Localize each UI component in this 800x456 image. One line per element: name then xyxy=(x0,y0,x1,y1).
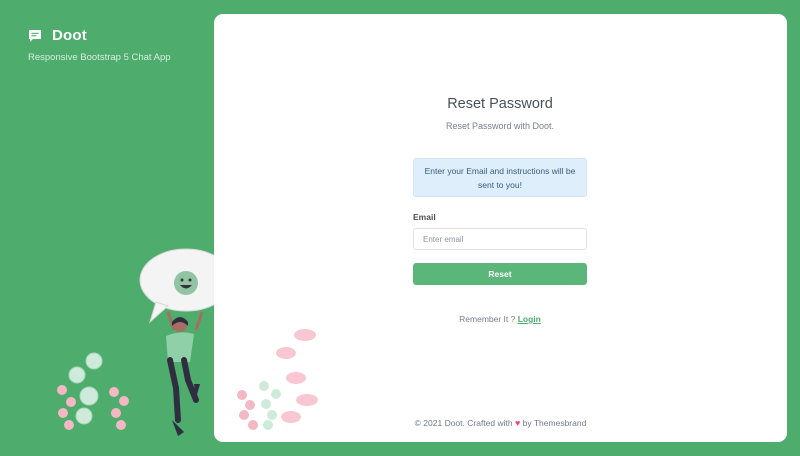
info-alert: Enter your Email and instructions will b… xyxy=(413,158,587,197)
footer-prefix: © 2021 Doot. Crafted with xyxy=(414,418,515,428)
brand[interactable]: Doot xyxy=(28,27,87,44)
remember-prompt: Remember It ? Login xyxy=(413,314,587,324)
brand-tagline: Responsive Bootstrap 5 Chat App xyxy=(28,52,171,63)
auth-card: Reset Password Reset Password with Doot.… xyxy=(214,14,787,442)
page-subtitle: Reset Password with Doot. xyxy=(445,121,555,131)
email-field[interactable] xyxy=(413,228,587,250)
reset-password-form: Reset Password Reset Password with Doot.… xyxy=(413,14,587,442)
login-link[interactable]: Login xyxy=(518,314,541,324)
smiley-icon xyxy=(174,271,198,295)
footer-suffix: by Themesbrand xyxy=(520,418,587,428)
footer: © 2021 Doot. Crafted with ♥ by Themesbra… xyxy=(214,418,787,428)
reset-button[interactable]: Reset xyxy=(413,263,587,285)
remember-text: Remember It ? xyxy=(459,314,518,324)
card-plants xyxy=(237,329,318,430)
message-square-icon xyxy=(29,29,41,42)
brand-name: Doot xyxy=(52,27,87,44)
page-title: Reset Password xyxy=(447,96,553,112)
email-label: Email xyxy=(413,212,436,222)
person-figure xyxy=(166,311,204,436)
left-plants xyxy=(57,352,129,430)
